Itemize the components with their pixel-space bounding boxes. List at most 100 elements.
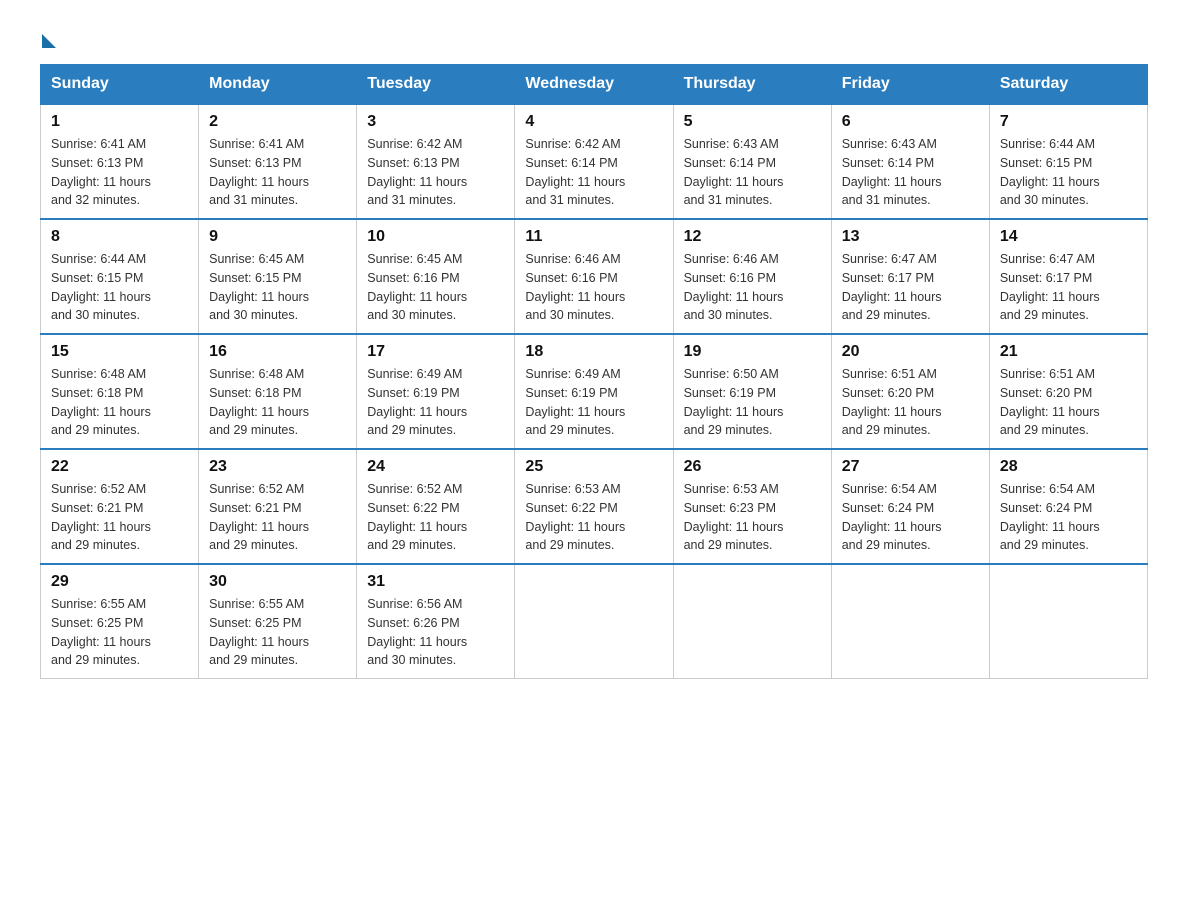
calendar-cell: 21Sunrise: 6:51 AMSunset: 6:20 PMDayligh… — [989, 334, 1147, 449]
calendar-cell: 5 Sunrise: 6:43 AMSunset: 6:14 PMDaylight… — [673, 104, 831, 219]
logo-arrow-icon — [42, 34, 56, 48]
day-info: Sunrise: 6:47 AMSunset: 6:17 PMDaylight:… — [1000, 250, 1137, 325]
calendar-cell: 8 Sunrise: 6:44 AMSunset: 6:15 PMDaylight… — [41, 219, 199, 334]
day-number: 17 — [367, 343, 504, 361]
day-number: 20 — [842, 343, 979, 361]
calendar-cell: 13 Sunrise: 6:47 AMSunset: 6:17 PMDayligh… — [831, 219, 989, 334]
calendar-cell — [673, 564, 831, 679]
calendar-cell — [831, 564, 989, 679]
day-number: 28 — [1000, 458, 1137, 476]
calendar-cell: 30 Sunrise: 6:55 AMSunset: 6:25 PMDayligh… — [199, 564, 357, 679]
calendar-table: SundayMondayTuesdayWednesdayThursdayFrid… — [40, 64, 1148, 679]
calendar-cell: 6 Sunrise: 6:43 AMSunset: 6:14 PMDaylight… — [831, 104, 989, 219]
day-number: 26 — [684, 458, 821, 476]
day-number: 14 — [1000, 228, 1137, 246]
day-info: Sunrise: 6:45 AMSunset: 6:15 PMDaylight:… — [209, 250, 346, 325]
column-header-thursday: Thursday — [673, 65, 831, 105]
day-info: Sunrise: 6:41 AMSunset: 6:13 PMDaylight:… — [51, 135, 188, 210]
day-info: Sunrise: 6:55 AMSunset: 6:25 PMDaylight:… — [51, 595, 188, 670]
calendar-week-4: 22 Sunrise: 6:52 AMSunset: 6:21 PMDayligh… — [41, 449, 1148, 564]
day-number: 29 — [51, 573, 188, 591]
calendar-cell: 18 Sunrise: 6:49 AMSunset: 6:19 PMDayligh… — [515, 334, 673, 449]
day-number: 7 — [1000, 113, 1137, 131]
day-number: 31 — [367, 573, 504, 591]
day-number: 19 — [684, 343, 821, 361]
day-info: Sunrise: 6:46 AMSunset: 6:16 PMDaylight:… — [684, 250, 821, 325]
day-number: 10 — [367, 228, 504, 246]
column-header-sunday: Sunday — [41, 65, 199, 105]
calendar-cell: 17 Sunrise: 6:49 AMSunset: 6:19 PMDayligh… — [357, 334, 515, 449]
day-number: 2 — [209, 113, 346, 131]
day-info: Sunrise: 6:50 AMSunset: 6:19 PMDaylight:… — [684, 365, 821, 440]
day-info: Sunrise: 6:51 AMSunset: 6:20 PMDaylight:… — [1000, 365, 1137, 440]
calendar-cell — [989, 564, 1147, 679]
calendar-week-5: 29 Sunrise: 6:55 AMSunset: 6:25 PMDayligh… — [41, 564, 1148, 679]
day-info: Sunrise: 6:51 AMSunset: 6:20 PMDaylight:… — [842, 365, 979, 440]
day-info: Sunrise: 6:41 AMSunset: 6:13 PMDaylight:… — [209, 135, 346, 210]
calendar-header-row: SundayMondayTuesdayWednesdayThursdayFrid… — [41, 65, 1148, 105]
day-info: Sunrise: 6:53 AMSunset: 6:22 PMDaylight:… — [525, 480, 662, 555]
day-info: Sunrise: 6:52 AMSunset: 6:22 PMDaylight:… — [367, 480, 504, 555]
calendar-cell: 31 Sunrise: 6:56 AMSunset: 6:26 PMDayligh… — [357, 564, 515, 679]
day-info: Sunrise: 6:54 AMSunset: 6:24 PMDaylight:… — [1000, 480, 1137, 555]
calendar-cell: 16 Sunrise: 6:48 AMSunset: 6:18 PMDayligh… — [199, 334, 357, 449]
column-header-friday: Friday — [831, 65, 989, 105]
day-number: 25 — [525, 458, 662, 476]
calendar-cell: 24 Sunrise: 6:52 AMSunset: 6:22 PMDayligh… — [357, 449, 515, 564]
day-info: Sunrise: 6:49 AMSunset: 6:19 PMDaylight:… — [525, 365, 662, 440]
day-number: 22 — [51, 458, 188, 476]
day-number: 4 — [525, 113, 662, 131]
calendar-cell: 26 Sunrise: 6:53 AMSunset: 6:23 PMDayligh… — [673, 449, 831, 564]
day-info: Sunrise: 6:44 AMSunset: 6:15 PMDaylight:… — [1000, 135, 1137, 210]
calendar-cell: 25 Sunrise: 6:53 AMSunset: 6:22 PMDayligh… — [515, 449, 673, 564]
calendar-cell: 12 Sunrise: 6:46 AMSunset: 6:16 PMDayligh… — [673, 219, 831, 334]
day-info: Sunrise: 6:56 AMSunset: 6:26 PMDaylight:… — [367, 595, 504, 670]
calendar-cell: 23 Sunrise: 6:52 AMSunset: 6:21 PMDayligh… — [199, 449, 357, 564]
day-info: Sunrise: 6:53 AMSunset: 6:23 PMDaylight:… — [684, 480, 821, 555]
day-info: Sunrise: 6:44 AMSunset: 6:15 PMDaylight:… — [51, 250, 188, 325]
column-header-saturday: Saturday — [989, 65, 1147, 105]
calendar-cell: 15Sunrise: 6:48 AMSunset: 6:18 PMDayligh… — [41, 334, 199, 449]
calendar-cell: 27 Sunrise: 6:54 AMSunset: 6:24 PMDayligh… — [831, 449, 989, 564]
calendar-cell: 11Sunrise: 6:46 AMSunset: 6:16 PMDayligh… — [515, 219, 673, 334]
calendar-week-2: 8 Sunrise: 6:44 AMSunset: 6:15 PMDaylight… — [41, 219, 1148, 334]
day-info: Sunrise: 6:42 AMSunset: 6:13 PMDaylight:… — [367, 135, 504, 210]
calendar-cell: 7 Sunrise: 6:44 AMSunset: 6:15 PMDaylight… — [989, 104, 1147, 219]
calendar-cell: 1 Sunrise: 6:41 AMSunset: 6:13 PMDaylight… — [41, 104, 199, 219]
day-info: Sunrise: 6:45 AMSunset: 6:16 PMDaylight:… — [367, 250, 504, 325]
calendar-cell: 29 Sunrise: 6:55 AMSunset: 6:25 PMDayligh… — [41, 564, 199, 679]
calendar-cell — [515, 564, 673, 679]
day-number: 9 — [209, 228, 346, 246]
column-header-wednesday: Wednesday — [515, 65, 673, 105]
calendar-week-1: 1 Sunrise: 6:41 AMSunset: 6:13 PMDaylight… — [41, 104, 1148, 219]
day-number: 23 — [209, 458, 346, 476]
calendar-cell: 3 Sunrise: 6:42 AMSunset: 6:13 PMDaylight… — [357, 104, 515, 219]
day-info: Sunrise: 6:43 AMSunset: 6:14 PMDaylight:… — [684, 135, 821, 210]
day-number: 24 — [367, 458, 504, 476]
day-info: Sunrise: 6:52 AMSunset: 6:21 PMDaylight:… — [209, 480, 346, 555]
day-number: 30 — [209, 573, 346, 591]
day-info: Sunrise: 6:47 AMSunset: 6:17 PMDaylight:… — [842, 250, 979, 325]
calendar-cell: 10 Sunrise: 6:45 AMSunset: 6:16 PMDayligh… — [357, 219, 515, 334]
day-info: Sunrise: 6:49 AMSunset: 6:19 PMDaylight:… — [367, 365, 504, 440]
day-info: Sunrise: 6:54 AMSunset: 6:24 PMDaylight:… — [842, 480, 979, 555]
day-number: 27 — [842, 458, 979, 476]
day-info: Sunrise: 6:43 AMSunset: 6:14 PMDaylight:… — [842, 135, 979, 210]
day-info: Sunrise: 6:48 AMSunset: 6:18 PMDaylight:… — [209, 365, 346, 440]
day-number: 16 — [209, 343, 346, 361]
column-header-tuesday: Tuesday — [357, 65, 515, 105]
day-number: 6 — [842, 113, 979, 131]
day-number: 1 — [51, 113, 188, 131]
logo — [40, 30, 56, 44]
day-info: Sunrise: 6:55 AMSunset: 6:25 PMDaylight:… — [209, 595, 346, 670]
calendar-week-3: 15Sunrise: 6:48 AMSunset: 6:18 PMDayligh… — [41, 334, 1148, 449]
day-number: 12 — [684, 228, 821, 246]
day-info: Sunrise: 6:48 AMSunset: 6:18 PMDaylight:… — [51, 365, 188, 440]
day-number: 13 — [842, 228, 979, 246]
day-number: 18 — [525, 343, 662, 361]
day-info: Sunrise: 6:42 AMSunset: 6:14 PMDaylight:… — [525, 135, 662, 210]
day-number: 3 — [367, 113, 504, 131]
day-number: 8 — [51, 228, 188, 246]
day-number: 5 — [684, 113, 821, 131]
calendar-cell: 22Sunrise: 6:52 AMSunset: 6:21 PMDayligh… — [41, 449, 199, 564]
